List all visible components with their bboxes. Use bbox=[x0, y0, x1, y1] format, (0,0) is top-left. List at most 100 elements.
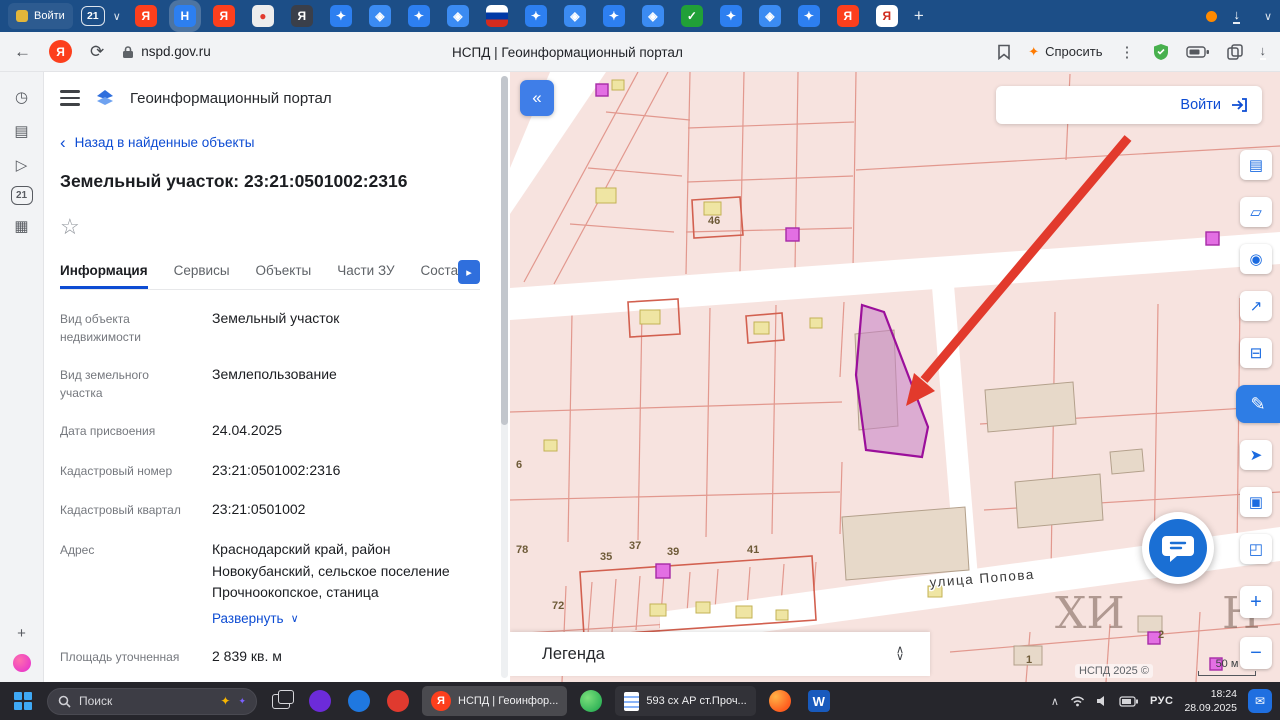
browser-tab[interactable]: ✦ bbox=[329, 5, 352, 27]
browser-tab[interactable]: ● bbox=[251, 5, 274, 27]
battery-icon[interactable] bbox=[1185, 45, 1210, 58]
sidebar-feed-icon[interactable]: ▤ bbox=[9, 118, 35, 144]
sidebar-music-icon[interactable] bbox=[12, 654, 31, 672]
adblock-shield-icon[interactable] bbox=[1153, 43, 1169, 61]
sidebar-tab-counter-icon[interactable]: 21 bbox=[10, 186, 33, 205]
toolbar-download-icon[interactable]: ↓ bbox=[1259, 44, 1266, 60]
field-value: Землепользование bbox=[212, 366, 337, 382]
cadastral-map-svg[interactable]: ХИ Н улица Попова 46678353739417212 bbox=[510, 72, 1280, 682]
favorite-star-icon[interactable]: ☆ bbox=[60, 214, 84, 240]
map-tool-print-icon[interactable]: ⊟ bbox=[1240, 338, 1272, 368]
browser-tab[interactable]: ◈ bbox=[758, 5, 781, 27]
browser-tab[interactable]: ◈ bbox=[563, 5, 586, 27]
scrollbar-thumb[interactable] bbox=[501, 76, 508, 426]
sidebar-video-icon[interactable]: ▷ bbox=[9, 152, 35, 178]
app-icon-orange[interactable] bbox=[765, 686, 795, 716]
browser-tab[interactable]: ◈ bbox=[368, 5, 391, 27]
volume-icon[interactable] bbox=[1096, 695, 1108, 707]
tab-services[interactable]: Сервисы bbox=[174, 254, 230, 289]
map-tool-area-search-icon[interactable]: ◰ bbox=[1240, 534, 1272, 564]
map-tool-frame-icon[interactable]: ▣ bbox=[1240, 487, 1272, 517]
browser-pinned-tab[interactable]: Войти bbox=[8, 3, 73, 29]
tabs-scroll-right-icon[interactable]: ▸ bbox=[458, 260, 480, 284]
yandex-home-icon[interactable]: Я bbox=[49, 40, 72, 63]
wifi-icon[interactable] bbox=[1070, 695, 1085, 707]
kebab-menu-icon[interactable]: ⋮ bbox=[1120, 43, 1136, 61]
browser-tab[interactable]: Я bbox=[290, 5, 313, 27]
map-tool-share-icon[interactable]: ↗ bbox=[1240, 291, 1272, 321]
tab-information[interactable]: Информация bbox=[60, 254, 148, 289]
sidebar-screenshot-icon[interactable]: ▦ bbox=[9, 213, 35, 239]
profile-avatar[interactable] bbox=[1206, 10, 1218, 22]
map-scale: 50 м bbox=[1198, 658, 1256, 676]
app-icon-green[interactable] bbox=[576, 686, 606, 716]
url-text: nspd.gov.ru bbox=[141, 44, 211, 59]
browser-tab[interactable]: ✓ bbox=[680, 5, 703, 27]
app-icon-purple[interactable] bbox=[305, 686, 335, 716]
tab-counter-badge[interactable]: 21 bbox=[80, 6, 105, 26]
browser-tab[interactable]: ✦ bbox=[797, 5, 820, 27]
browser-tab[interactable]: ✦ bbox=[524, 5, 547, 27]
tab-list-chevron-icon[interactable]: ∨ bbox=[113, 10, 121, 23]
tab-objects[interactable]: Объекты bbox=[256, 254, 312, 289]
task-view-icon[interactable] bbox=[266, 686, 296, 716]
map-tool-draw-icon[interactable]: ✎ bbox=[1236, 385, 1280, 423]
tray-battery-icon[interactable] bbox=[1119, 695, 1139, 707]
chat-fab[interactable] bbox=[1142, 512, 1214, 584]
downloads-icon[interactable]: ↓ bbox=[1233, 8, 1240, 24]
tabbar-menu-chevron-icon[interactable]: ∨ bbox=[1264, 10, 1272, 23]
taskbar-window-document[interactable]: 593 сх АР ст.Проч... bbox=[615, 686, 756, 716]
browser-tab[interactable] bbox=[485, 5, 508, 27]
hamburger-menu-icon[interactable] bbox=[60, 90, 80, 106]
notifications-icon[interactable]: ✉ bbox=[1248, 689, 1272, 713]
sidebar-history-icon[interactable]: ◷ bbox=[9, 84, 35, 110]
panel-tabs: Информация Сервисы Объекты Части ЗУ Сост… bbox=[60, 254, 480, 290]
panel-scrollbar[interactable] bbox=[501, 76, 508, 678]
map-tool-measure-icon[interactable]: ▱ bbox=[1240, 197, 1272, 227]
legend-bar[interactable]: Легенда ∧ ∨ bbox=[510, 632, 930, 676]
expand-address-link[interactable]: Развернуть ∨ bbox=[212, 611, 299, 626]
hidden-icons-chevron-icon[interactable]: ∧ bbox=[1051, 695, 1059, 708]
map-tool-navigate-icon[interactable]: ➤ bbox=[1240, 440, 1272, 470]
address-bar[interactable]: nspd.gov.ru bbox=[122, 44, 211, 59]
browser-tab[interactable]: ✦ bbox=[602, 5, 625, 27]
browser-tab[interactable]: Я bbox=[134, 5, 157, 27]
login-bar[interactable]: Войти bbox=[996, 86, 1262, 124]
word-app-icon[interactable]: W bbox=[804, 686, 834, 716]
ask-button[interactable]: ✦ Спросить bbox=[1028, 44, 1102, 60]
tab-parts[interactable]: Части ЗУ bbox=[337, 254, 394, 289]
lock-icon bbox=[123, 45, 134, 58]
map-area[interactable]: ХИ Н улица Попова 46678353739417212 « Во… bbox=[510, 72, 1280, 682]
start-button[interactable] bbox=[8, 686, 38, 716]
map-tool-object-search-icon[interactable]: ◉ bbox=[1240, 244, 1272, 274]
browser-tab[interactable]: Я bbox=[875, 5, 898, 27]
back-icon[interactable]: ← bbox=[14, 42, 31, 62]
language-indicator[interactable]: РУС bbox=[1150, 695, 1173, 707]
back-link[interactable]: ‹ Назад в найденные объекты bbox=[60, 134, 480, 151]
browser-tab[interactable]: ◈ bbox=[446, 5, 469, 27]
browser-tab[interactable]: ◈ bbox=[641, 5, 664, 27]
taskbar-window-nspd[interactable]: Я НСПД | Геоинфор... bbox=[422, 686, 568, 716]
scale-label: 50 м bbox=[1215, 658, 1239, 670]
sidebar-add-icon[interactable]: + bbox=[9, 620, 35, 646]
field-label: Кадастровый квартал bbox=[60, 503, 181, 518]
app-icon-red[interactable] bbox=[383, 686, 413, 716]
browser-tab[interactable]: ✦ bbox=[407, 5, 430, 27]
browser-tab[interactable]: ✦ bbox=[719, 5, 742, 27]
zoom-in-button[interactable]: + bbox=[1240, 586, 1272, 618]
taskbar-search[interactable]: Поиск ✦ ✦ bbox=[47, 687, 257, 715]
taskbar-clock[interactable]: 18:24 28.09.2025 bbox=[1184, 687, 1237, 715]
refresh-icon[interactable]: ⟳ bbox=[90, 42, 104, 62]
map-tool-layers-icon[interactable]: ▤ bbox=[1240, 150, 1272, 180]
tabs-sync-icon[interactable] bbox=[1226, 43, 1243, 60]
tab-composition[interactable]: Соста bbox=[421, 254, 459, 289]
app-icon-blue[interactable] bbox=[344, 686, 374, 716]
collapse-panel-icon[interactable]: « bbox=[520, 80, 554, 116]
browser-tab[interactable]: Я bbox=[836, 5, 859, 27]
browser-tab[interactable]: Н bbox=[173, 5, 196, 27]
browser-tab[interactable]: Я bbox=[212, 5, 235, 27]
copilot-sparkle-icon: ✦ bbox=[220, 694, 231, 708]
legend-toggle-icon[interactable]: ∧ ∨ bbox=[896, 645, 904, 662]
bookmark-icon[interactable] bbox=[997, 44, 1011, 60]
new-tab-button[interactable]: + bbox=[914, 6, 924, 26]
